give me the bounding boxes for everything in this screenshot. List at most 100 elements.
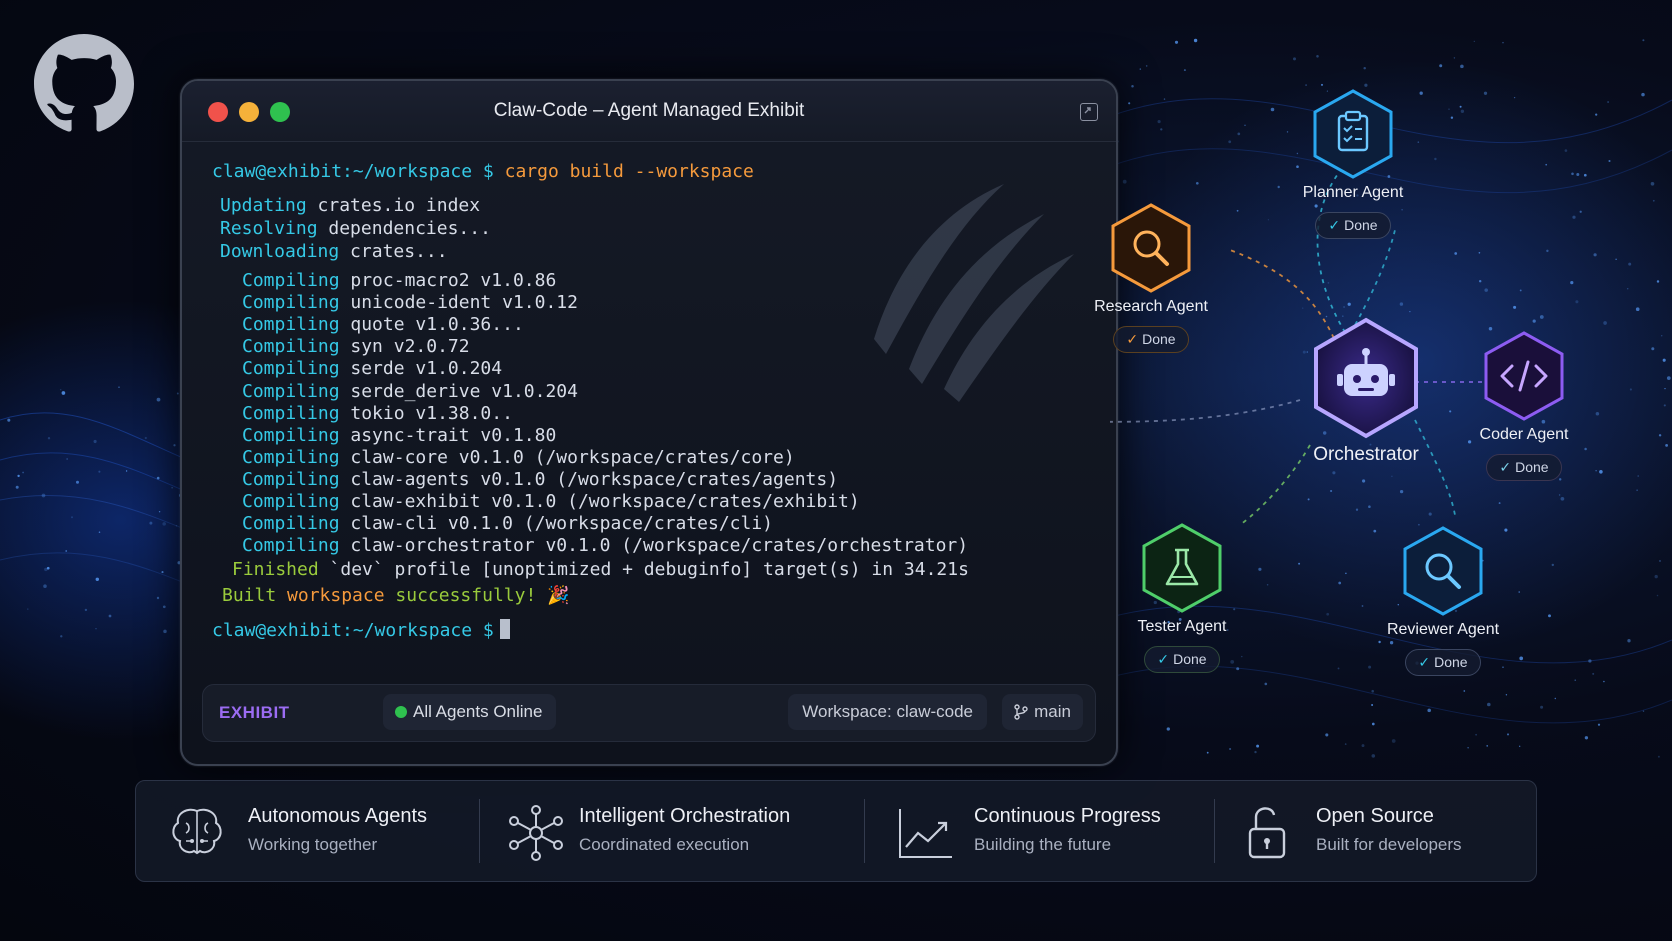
prompt: claw@exhibit:~/workspace $ [212, 161, 494, 182]
agent-name: Reviewer Agent [1386, 621, 1500, 638]
compile-line: Compiling claw-core v0.1.0 (/workspace/c… [242, 447, 795, 468]
agent-graph: Planner Agent ✓ Done Research Agent ✓ Done [1094, 80, 1672, 700]
command: cargo build --workspace [504, 161, 754, 182]
status-label: Finished [232, 559, 319, 580]
planner-agent[interactable]: Planner Agent ✓ Done [1253, 88, 1453, 239]
divider [1214, 799, 1215, 863]
compile-line: Compiling proc-macro2 v1.0.86 [242, 270, 556, 291]
check-icon: ✓ [1126, 331, 1139, 347]
tester-agent[interactable]: Tester Agent ✓ Done [1082, 522, 1282, 673]
cursor [499, 619, 510, 639]
feature-intelligent-orchestration: Intelligent Orchestration Coordinated ex… [496, 781, 836, 881]
branch-label: main [1034, 702, 1071, 721]
done-badge: ✓ Done [1405, 649, 1481, 676]
crate-text: serde_derive v1.0.204 [339, 380, 578, 402]
done-badge: ✓ Done [1113, 326, 1189, 353]
crate-text: proc-macro2 v1.0.86 [339, 270, 557, 291]
finished-line: Finished `dev` profile [unoptimized + de… [232, 559, 969, 580]
brand-label: EXHIBIT [219, 703, 290, 722]
output-text: crates... [339, 241, 448, 262]
check-icon: ✓ [1328, 217, 1341, 233]
feature-open-source: Open Source Built for developers [1226, 781, 1526, 881]
feature-subtitle: Working together [248, 835, 378, 854]
network-icon [509, 805, 563, 861]
status-label: Compiling [242, 358, 340, 380]
crate-text: async-trait v0.1.80 [339, 424, 557, 446]
title-bar[interactable]: Claw-Code – Agent Managed Exhibit [182, 81, 1116, 142]
terminal-window[interactable]: Claw-Code – Agent Managed Exhibit claw@e… [180, 79, 1118, 766]
built-label: Built [222, 585, 277, 606]
research-agent[interactable]: Research Agent ✓ Done [1051, 202, 1251, 353]
check-icon: ✓ [1418, 654, 1431, 670]
agent-name: Research Agent [1094, 298, 1208, 315]
status-label: Done [1344, 217, 1378, 233]
status-label: Updating [220, 195, 307, 216]
robot-icon [1314, 317, 1418, 439]
agent-name: Planner Agent [1302, 184, 1404, 201]
status-label: Done [1142, 331, 1176, 347]
github-logo-icon [34, 34, 134, 132]
status-label: Compiling [242, 292, 340, 314]
magnifier-icon [1403, 526, 1483, 616]
check-icon: ✓ [1157, 651, 1170, 667]
compile-line: Compiling tokio v1.38.0.. [242, 403, 513, 424]
compile-line: Compiling claw-cli v0.1.0 (/workspace/cr… [242, 513, 773, 534]
output-text: dependencies... [317, 218, 491, 239]
status-label: Done [1173, 651, 1207, 667]
done-badge: ✓ Done [1486, 454, 1562, 481]
compile-line: Compiling claw-agents v0.1.0 (/workspace… [242, 469, 838, 490]
reviewer-agent[interactable]: Reviewer Agent ✓ Done [1343, 525, 1543, 676]
built-workspace: workspace [276, 585, 396, 606]
output-text: crates.io index [306, 195, 481, 216]
prompt-line[interactable]: claw@exhibit:~/workspace $ [212, 619, 510, 641]
chart-icon [899, 809, 952, 858]
status-label: Compiling [242, 446, 340, 468]
crate-text: claw-agents v0.1.0 (/workspace/crates/ag… [339, 468, 839, 490]
compile-line: Compiling serde v1.0.204 [242, 358, 502, 379]
features-bar: Autonomous Agents Working together Intel… [135, 780, 1537, 882]
compile-line: Compiling unicode-ident v1.0.12 [242, 292, 578, 313]
crate-text: claw-exhibit v0.1.0 (/workspace/crates/e… [339, 491, 860, 512]
status-label: Done [1434, 654, 1468, 670]
maximize-icon[interactable] [1080, 103, 1098, 121]
status-label: Compiling [242, 424, 340, 446]
status-label: Compiling [242, 468, 340, 490]
agent-name: Coder Agent [1479, 426, 1569, 443]
compile-line: Compiling syn v2.0.72 [242, 336, 470, 357]
check-icon: ✓ [1499, 459, 1512, 475]
feature-continuous-progress: Continuous Progress Building the future [876, 781, 1196, 881]
output-line: Downloading crates... [220, 241, 448, 262]
online-status: All Agents Online [383, 694, 557, 730]
done-badge: ✓ Done [1144, 646, 1220, 673]
status-label: Compiling [242, 380, 340, 402]
clipboard-icon [1313, 89, 1393, 179]
command-line: claw@exhibit:~/workspace $ cargo build -… [212, 161, 754, 182]
feature-subtitle: Coordinated execution [579, 835, 750, 854]
feature-title: Open Source [1316, 805, 1434, 827]
branch-indicator[interactable]: main [1002, 694, 1083, 730]
crate-text: serde v1.0.204 [339, 358, 503, 380]
status-label: Compiling [242, 535, 340, 557]
crate-text: claw-orchestrator v0.1.0 (/workspace/cra… [339, 535, 969, 557]
done-badge: ✓ Done [1315, 212, 1391, 239]
crate-text: syn v2.0.72 [339, 336, 470, 358]
feature-subtitle: Built for developers [1316, 835, 1462, 854]
workspace-label[interactable]: Workspace: claw-code [788, 694, 987, 730]
divider [864, 799, 865, 863]
feature-subtitle: Building the future [974, 835, 1112, 854]
feature-autonomous-agents: Autonomous Agents Working together [136, 781, 476, 881]
status-label: Downloading [220, 241, 340, 262]
output-line: Updating crates.io index [220, 195, 480, 216]
coder-agent[interactable]: Coder Agent ✓ Done [1424, 330, 1624, 481]
git-branch-icon [1014, 704, 1028, 720]
flask-icon [1142, 523, 1222, 613]
status-label: Compiling [242, 513, 340, 535]
crate-text: claw-core v0.1.0 (/workspace/crates/core… [339, 446, 795, 468]
magnifier-icon [1111, 203, 1191, 293]
crate-text: claw-cli v0.1.0 (/workspace/crates/cli) [339, 513, 774, 535]
party-icon: 🎉 [547, 585, 570, 606]
feature-title: Intelligent Orchestration [579, 805, 791, 827]
agent-name: Tester Agent [1137, 618, 1227, 635]
crate-text: tokio v1.38.0.. [339, 402, 513, 424]
output-line: Resolving dependencies... [220, 218, 491, 239]
